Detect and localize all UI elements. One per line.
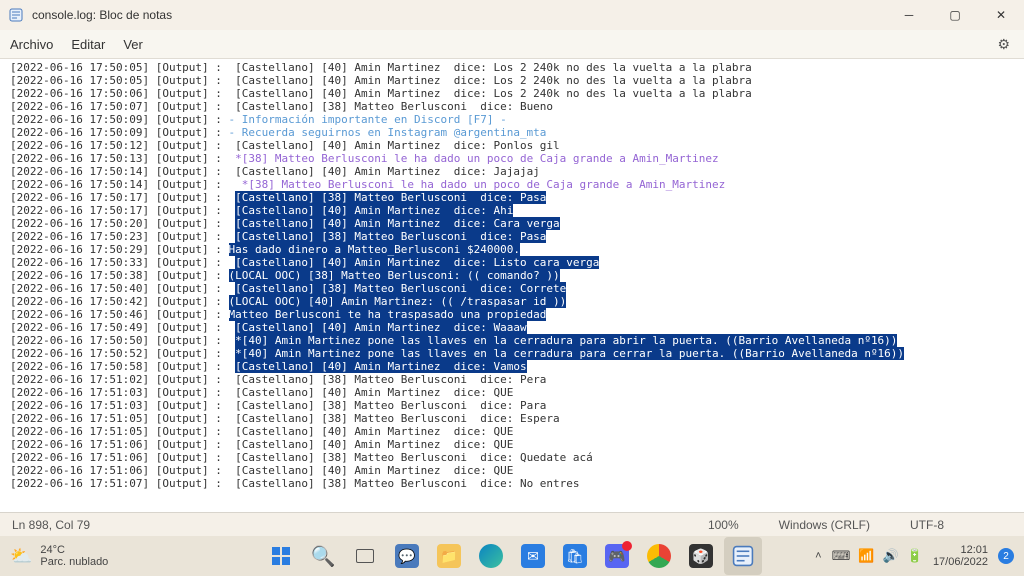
mta-button[interactable]: 🎲 [682,537,720,575]
log-line[interactable]: [2022-06-16 17:50:52] [Output] : *[40] A… [10,347,1014,360]
log-line[interactable]: [2022-06-16 17:50:17] [Output] : [Castel… [10,191,1014,204]
store-button[interactable]: 🛍 [556,537,594,575]
menu-edit[interactable]: Editar [71,37,105,52]
task-view-button[interactable] [346,537,384,575]
clock[interactable]: 12:01 17/06/2022 [933,544,988,568]
log-line[interactable]: [2022-06-16 17:50:42] [Output] : (LOCAL … [10,295,1014,308]
taskbar-right: ˄ ⌨ 📶 🔊 🔋 12:01 17/06/2022 2 [815,544,1024,568]
mail-button[interactable]: ✉ [514,537,552,575]
close-button[interactable]: ✕ [978,0,1024,30]
log-line[interactable]: [2022-06-16 17:51:03] [Output] : [Castel… [10,399,1014,412]
log-line[interactable]: [2022-06-16 17:51:06] [Output] : [Castel… [10,438,1014,451]
log-line[interactable]: [2022-06-16 17:50:46] [Output] : Matteo … [10,308,1014,321]
log-line[interactable]: [2022-06-16 17:50:07] [Output] : [Castel… [10,100,1014,113]
discord-button[interactable]: 🎮 [598,537,636,575]
log-line[interactable]: [2022-06-16 17:50:33] [Output] : [Castel… [10,256,1014,269]
explorer-button[interactable]: 📁 [430,537,468,575]
clock-time: 12:01 [960,544,988,556]
status-caret-position: Ln 898, Col 79 [0,518,90,532]
weather-desc: Parc. nublado [40,556,108,568]
chat-button[interactable]: 💬 [388,537,426,575]
menubar: Archivo Editar Ver ⚙ [0,30,1024,58]
chevron-up-icon[interactable]: ˄ [815,550,821,562]
notepad-taskbar-button[interactable] [724,537,762,575]
edge-button[interactable] [472,537,510,575]
log-line[interactable]: [2022-06-16 17:50:50] [Output] : *[40] A… [10,334,1014,347]
chrome-button[interactable] [640,537,678,575]
gear-icon[interactable]: ⚙ [997,36,1010,53]
log-line[interactable]: [2022-06-16 17:51:06] [Output] : [Castel… [10,464,1014,477]
log-line[interactable]: [2022-06-16 17:50:40] [Output] : [Castel… [10,282,1014,295]
status-eol: Windows (CRLF) [779,518,870,532]
clock-date: 17/06/2022 [933,556,988,568]
log-line[interactable]: [2022-06-16 17:50:49] [Output] : [Castel… [10,321,1014,334]
log-line[interactable]: [2022-06-16 17:50:05] [Output] : [Castel… [10,74,1014,87]
log-line[interactable]: [2022-06-16 17:51:05] [Output] : [Castel… [10,412,1014,425]
log-line[interactable]: [2022-06-16 17:50:29] [Output] : Has dad… [10,243,1014,256]
window-controls: ─ ▢ ✕ [886,0,1024,30]
search-button[interactable]: 🔍 [304,537,342,575]
log-line[interactable]: [2022-06-16 17:51:06] [Output] : [Castel… [10,451,1014,464]
menu-view[interactable]: Ver [123,37,143,52]
minimize-button[interactable]: ─ [886,0,932,30]
weather-icon: ⛅ [10,546,32,567]
log-line[interactable]: [2022-06-16 17:50:05] [Output] : [Castel… [10,61,1014,74]
volume-icon[interactable]: 🔊 [883,548,899,564]
start-button[interactable] [262,537,300,575]
notepad-icon [8,7,24,23]
battery-icon[interactable]: 🔋 [907,548,923,564]
log-line[interactable]: [2022-06-16 17:50:14] [Output] : [Castel… [10,165,1014,178]
wifi-icon[interactable]: 📶 [858,548,874,564]
log-line[interactable]: [2022-06-16 17:51:07] [Output] : [Castel… [10,477,1014,490]
language-icon[interactable]: ⌨ [832,548,851,564]
notification-badge[interactable]: 2 [998,548,1014,564]
log-line[interactable]: [2022-06-16 17:50:58] [Output] : [Castel… [10,360,1014,373]
taskbar: ⛅ 24°C Parc. nublado 🔍 💬 📁 ✉ 🛍 🎮 🎲 ˄ ⌨ 📶… [0,536,1024,576]
maximize-button[interactable]: ▢ [932,0,978,30]
window-title: console.log: Bloc de notas [32,8,172,22]
menu-file[interactable]: Archivo [10,37,53,52]
weather-widget[interactable]: ⛅ 24°C Parc. nublado [0,544,108,568]
log-line[interactable]: [2022-06-16 17:50:14] [Output] : *[38] M… [10,178,1014,191]
log-line[interactable]: [2022-06-16 17:50:12] [Output] : [Castel… [10,139,1014,152]
titlebar[interactable]: console.log: Bloc de notas ─ ▢ ✕ [0,0,1024,30]
notepad-window: console.log: Bloc de notas ─ ▢ ✕ Archivo… [0,0,1024,536]
text-area[interactable]: [2022-06-16 17:50:05] [Output] : [Castel… [0,58,1024,512]
status-zoom: 100% [708,518,739,532]
log-line[interactable]: [2022-06-16 17:50:23] [Output] : [Castel… [10,230,1014,243]
weather-temp: 24°C [40,544,108,556]
log-line[interactable]: [2022-06-16 17:51:05] [Output] : [Castel… [10,425,1014,438]
log-line[interactable]: [2022-06-16 17:50:38] [Output] : (LOCAL … [10,269,1014,282]
log-line[interactable]: [2022-06-16 17:51:03] [Output] : [Castel… [10,386,1014,399]
log-line[interactable]: [2022-06-16 17:50:20] [Output] : [Castel… [10,217,1014,230]
log-line[interactable]: [2022-06-16 17:50:09] [Output] : - Recue… [10,126,1014,139]
log-line[interactable]: [2022-06-16 17:51:02] [Output] : [Castel… [10,373,1014,386]
log-line[interactable]: [2022-06-16 17:50:09] [Output] : - Infor… [10,113,1014,126]
log-line[interactable]: [2022-06-16 17:50:17] [Output] : [Castel… [10,204,1014,217]
taskbar-center: 🔍 💬 📁 ✉ 🛍 🎮 🎲 [262,537,762,575]
status-encoding: UTF-8 [910,518,944,532]
statusbar: Ln 898, Col 79 100% Windows (CRLF) UTF-8 [0,512,1024,536]
log-line[interactable]: [2022-06-16 17:50:13] [Output] : *[38] M… [10,152,1014,165]
log-line[interactable]: [2022-06-16 17:50:06] [Output] : [Castel… [10,87,1014,100]
